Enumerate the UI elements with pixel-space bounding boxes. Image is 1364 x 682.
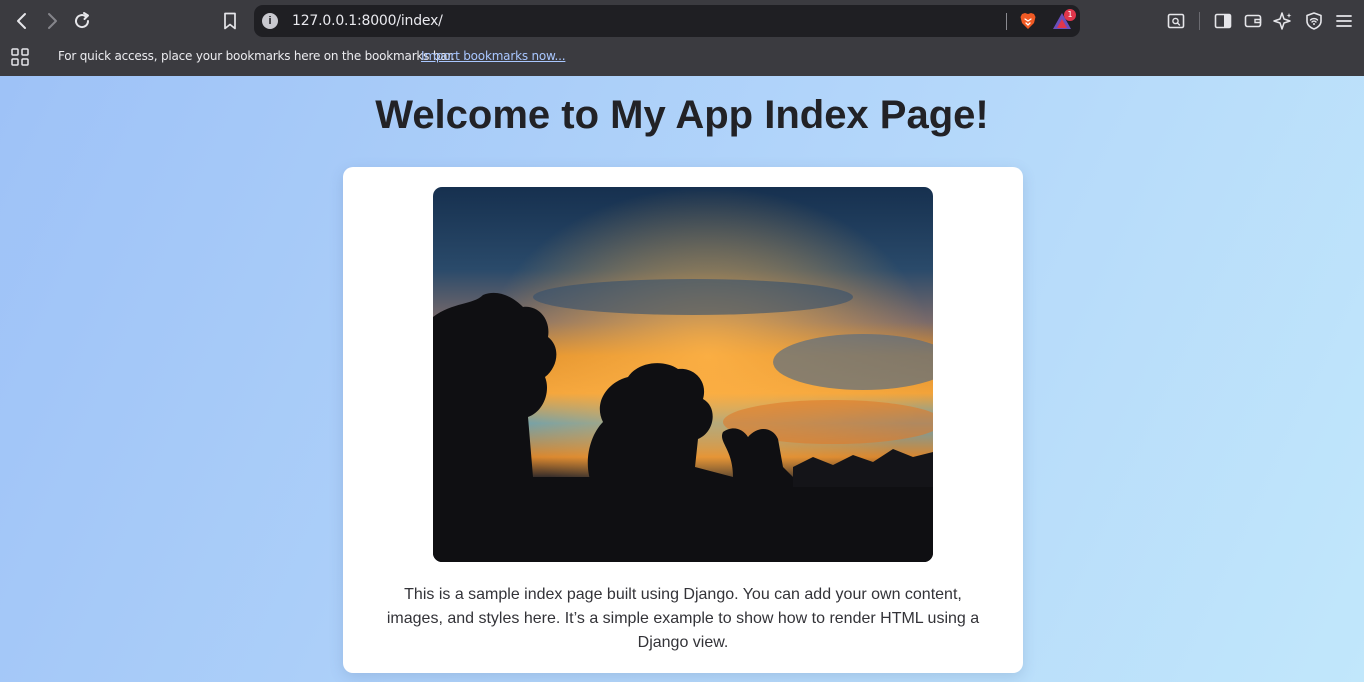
bookmark-icon xyxy=(224,12,236,30)
rewards-badge: 1 xyxy=(1064,9,1076,21)
vpn-button[interactable] xyxy=(1301,8,1327,34)
brave-lion-icon[interactable] xyxy=(1018,11,1038,31)
sidebar-icon xyxy=(1214,13,1232,29)
back-button[interactable] xyxy=(9,8,35,34)
search-page-icon xyxy=(1167,13,1185,29)
leo-ai-icon xyxy=(1273,12,1292,30)
page-description: This is a sample index page built using … xyxy=(386,586,980,651)
toolbar-divider xyxy=(1199,12,1200,30)
address-bar-divider xyxy=(1006,13,1007,30)
wallet-icon xyxy=(1244,14,1262,28)
vpn-shield-icon xyxy=(1306,12,1322,30)
bookmarks-bar: For quick access, place your bookmarks h… xyxy=(0,41,1364,76)
forward-button[interactable] xyxy=(39,8,65,34)
wallet-button[interactable] xyxy=(1240,8,1266,34)
browser-toolbar: i 127.0.0.1:8000/index/ 1 xyxy=(0,0,1364,41)
sunset-silhouette-photo xyxy=(433,187,933,562)
page-title: Welcome to My App Index Page! xyxy=(375,93,989,137)
url-text[interactable]: 127.0.0.1:8000/index/ xyxy=(292,13,443,29)
import-bookmarks-link[interactable]: Import bookmarks now... xyxy=(421,49,566,63)
sidebar-button[interactable] xyxy=(1210,8,1236,34)
search-page-button[interactable] xyxy=(1163,8,1189,34)
reload-button[interactable] xyxy=(69,8,95,34)
bookmarks-bar-message: For quick access, place your bookmarks h… xyxy=(58,49,455,63)
page-content: Welcome to My App Index Page! This is a … xyxy=(0,76,1364,682)
apps-grid-icon[interactable] xyxy=(10,47,30,67)
info-icon[interactable]: i xyxy=(262,13,278,29)
reload-icon xyxy=(75,12,90,29)
content-card: This is a sample index page built using … xyxy=(343,167,1023,673)
hamburger-menu-icon xyxy=(1336,15,1352,27)
address-bar[interactable]: i 127.0.0.1:8000/index/ 1 xyxy=(254,5,1080,37)
sunset-image xyxy=(433,187,933,562)
main-menu-button[interactable] xyxy=(1331,8,1357,34)
back-arrow-icon xyxy=(17,13,26,29)
bookmark-page-button[interactable] xyxy=(217,8,243,34)
forward-arrow-icon xyxy=(48,13,57,29)
leo-ai-button[interactable] xyxy=(1270,8,1296,34)
